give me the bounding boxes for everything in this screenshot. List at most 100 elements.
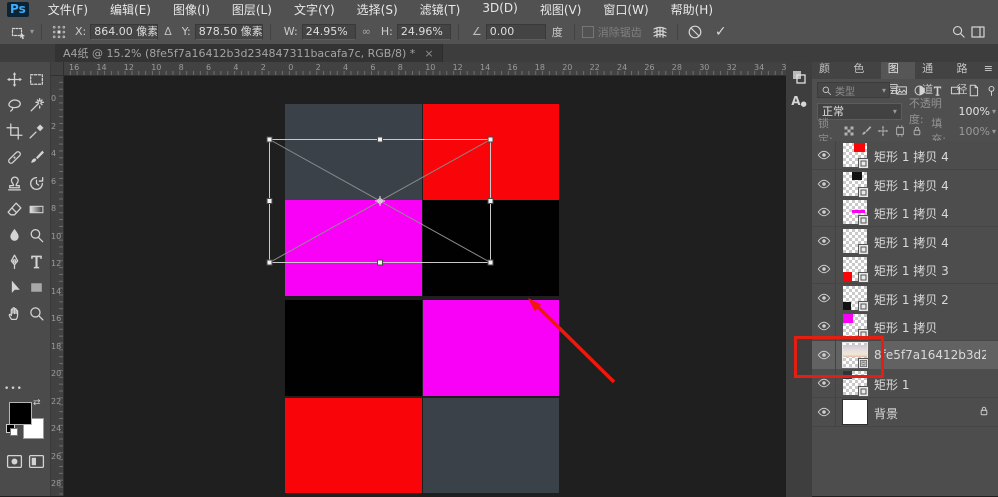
layer-row-0[interactable]: 矩形 1 拷贝 4	[812, 141, 998, 170]
transform-handle[interactable]	[488, 199, 493, 204]
layer-filter-type-select[interactable]: 类型 ▾	[817, 82, 890, 98]
layer-visibility-eye-icon[interactable]	[812, 398, 836, 426]
gradient-tool-icon[interactable]	[26, 198, 47, 220]
width-field[interactable]: 24.95%	[302, 24, 356, 40]
pen-tool-icon[interactable]	[4, 250, 25, 272]
transform-handle[interactable]	[378, 137, 383, 142]
opacity-value[interactable]: 100%▾	[957, 104, 998, 119]
swap-colors-icon[interactable]: ⇄	[33, 398, 41, 408]
layer-name[interactable]: 8fe5f7a16412b3d23484731...	[874, 348, 986, 362]
blur-tool-icon[interactable]	[4, 224, 25, 246]
layer-row-4[interactable]: 矩形 1 拷贝 3	[812, 255, 998, 284]
layer-thumbnail[interactable]	[843, 314, 867, 338]
active-tool-icon[interactable]	[8, 22, 28, 42]
transform-handle[interactable]	[267, 137, 272, 142]
screen-mode-icon[interactable]	[26, 450, 47, 472]
link-dimensions-icon[interactable]: ∞	[362, 25, 371, 38]
wand-tool-icon[interactable]	[26, 94, 47, 116]
x-position-field[interactable]: 864.00 像素	[90, 24, 158, 40]
tool-preset-caret-icon[interactable]: ▾	[30, 27, 34, 36]
collapsed-panel-glyphs-icon[interactable]: A●	[789, 91, 809, 111]
transform-handle[interactable]	[267, 260, 272, 265]
menu-3D[interactable]: 3D(D)	[471, 1, 528, 18]
reference-point-icon[interactable]	[49, 22, 69, 42]
layer-row-background[interactable]: 背景	[812, 398, 998, 427]
layer-thumbnail[interactable]	[843, 229, 867, 253]
layer-visibility-eye-icon[interactable]	[812, 284, 836, 312]
filter-pic-icon[interactable]	[894, 84, 908, 97]
foreground-color-swatch[interactable]	[9, 402, 32, 425]
height-field[interactable]: 24.96%	[397, 24, 451, 40]
zoom-tool-icon[interactable]	[26, 302, 47, 324]
transform-handle[interactable]	[378, 260, 383, 265]
default-colors-icon[interactable]	[6, 424, 15, 433]
layer-visibility-eye-icon[interactable]	[812, 198, 836, 226]
menu-编辑[interactable]: 编辑(E)	[99, 1, 162, 18]
lock-frame-icon[interactable]	[893, 125, 907, 137]
lasso-tool-icon[interactable]	[4, 94, 25, 116]
layer-row-5[interactable]: 矩形 1 拷贝 2	[812, 284, 998, 313]
layer-name[interactable]: 矩形 1	[874, 376, 909, 393]
move-tool-icon[interactable]	[4, 68, 25, 90]
menu-滤镜[interactable]: 滤镜(T)	[409, 1, 472, 18]
transform-handle[interactable]	[267, 199, 272, 204]
crop-tool-icon[interactable]	[4, 120, 25, 142]
workspace-icon[interactable]	[968, 22, 988, 42]
menu-视图[interactable]: 视图(V)	[529, 1, 593, 18]
relative-position-icon[interactable]: Δ	[164, 25, 172, 38]
layer-visibility-eye-icon[interactable]	[812, 141, 836, 169]
layer-visibility-eye-icon[interactable]	[812, 227, 836, 255]
layer-row-2[interactable]: 矩形 1 拷贝 4	[812, 198, 998, 227]
layer-thumbnail[interactable]	[843, 286, 867, 310]
healing-tool-icon[interactable]	[4, 146, 25, 168]
eraser-tool-icon[interactable]	[4, 198, 25, 220]
dodge-tool-icon[interactable]	[26, 224, 47, 246]
filter-pin-icon[interactable]	[984, 84, 998, 97]
layer-thumbnail[interactable]	[843, 172, 867, 196]
layer-thumbnail[interactable]	[843, 200, 867, 224]
layer-name[interactable]: 矩形 1 拷贝 4	[874, 148, 949, 165]
angle-field[interactable]: 0.00	[486, 24, 546, 40]
layer-name[interactable]: 矩形 1 拷贝 4	[874, 205, 949, 222]
layer-name[interactable]: 矩形 1 拷贝 3	[874, 262, 949, 279]
layer-visibility-eye-icon[interactable]	[812, 255, 836, 283]
canvas-viewport[interactable]: 1614121086420246810121416182022242628303…	[50, 62, 786, 496]
transform-handle[interactable]	[488, 260, 493, 265]
transform-handle[interactable]	[488, 137, 493, 142]
layer-row-3[interactable]: 矩形 1 拷贝 4	[812, 227, 998, 256]
menu-图像[interactable]: 图像(I)	[162, 1, 221, 18]
layer-thumbnail[interactable]	[843, 143, 867, 167]
eyedropper-tool-icon[interactable]	[26, 120, 47, 142]
cancel-transform-icon[interactable]	[685, 22, 705, 42]
quick-mask-icon[interactable]	[4, 450, 25, 472]
type-tool-icon[interactable]	[26, 250, 47, 272]
layer-visibility-eye-icon[interactable]	[812, 170, 836, 198]
lock-move-icon[interactable]	[876, 125, 890, 137]
rect-tool-icon[interactable]	[26, 276, 47, 298]
document-tab[interactable]: A4纸 @ 15.2% (8fe5f7a16412b3d234847311bac…	[55, 44, 443, 62]
search-icon[interactable]	[948, 22, 968, 42]
antialias-checkbox[interactable]	[582, 26, 594, 38]
lock-lock-icon[interactable]	[910, 125, 924, 137]
menu-文字[interactable]: 文字(Y)	[283, 1, 346, 18]
layer-name[interactable]: 矩形 1 拷贝 4	[874, 177, 949, 194]
marquee-tool-icon[interactable]	[26, 68, 47, 90]
menu-图层[interactable]: 图层(L)	[221, 1, 283, 18]
menu-窗口[interactable]: 窗口(W)	[592, 1, 659, 18]
menu-文件[interactable]: 文件(F)	[37, 1, 99, 18]
layer-thumbnail[interactable]	[843, 257, 867, 281]
menu-帮助[interactable]: 帮助(H)	[660, 1, 724, 18]
fill-value[interactable]: 100%▾	[957, 124, 998, 139]
warp-mode-icon[interactable]	[650, 22, 670, 42]
layer-name[interactable]: 背景	[874, 405, 898, 422]
menu-选择[interactable]: 选择(S)	[346, 1, 409, 18]
layer-row-1[interactable]: 矩形 1 拷贝 4	[812, 170, 998, 199]
stamp-tool-icon[interactable]	[4, 172, 25, 194]
layer-thumbnail[interactable]	[843, 400, 867, 424]
brush-tool-icon[interactable]	[26, 146, 47, 168]
layer-name[interactable]: 矩形 1 拷贝 2	[874, 291, 949, 308]
edit-toolbar-ellipsis-icon[interactable]: •••	[3, 378, 24, 400]
y-position-field[interactable]: 878.50 像素	[195, 24, 263, 40]
lock-checker-icon[interactable]	[842, 125, 856, 137]
commit-transform-icon[interactable]: ✓	[711, 22, 731, 42]
